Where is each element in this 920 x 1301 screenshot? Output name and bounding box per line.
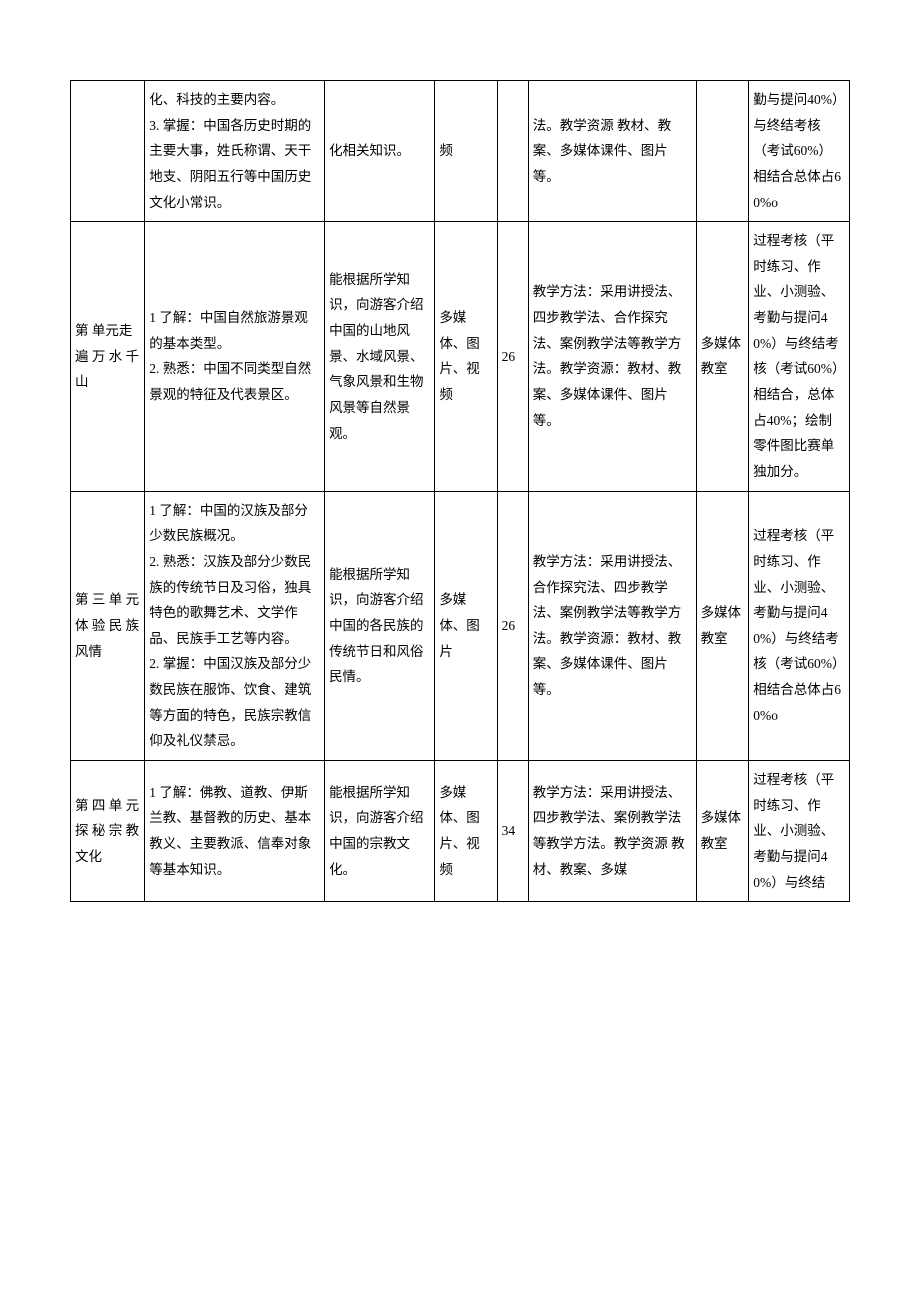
cell-method: 教学方法：采用讲授法、四步教学法、案例教学法等教学方法。教学资源 教材、教案、多… <box>528 761 696 902</box>
cell-method: 法。教学资源 教材、教案、多媒体课件、图片等。 <box>528 81 696 222</box>
cell-hours: 26 <box>497 491 528 760</box>
cell-place: 多媒体教室 <box>696 761 749 902</box>
cell-skill: 能根据所学知识，向游客介绍中国的宗教文化。 <box>325 761 435 902</box>
cell-knowledge: 1 了解：佛教、道教、伊斯兰教、基督教的历史、基本教义、主要教派、信奉对象等基本… <box>145 761 325 902</box>
course-table: 化、科技的主要内容。3. 掌握：中国各历史时期的主要大事，姓氏称谓、天干地支、阴… <box>70 80 850 902</box>
cell-assess: 过程考核（平时练习、作业、小测验、考勤与提问40%）与终结 <box>749 761 850 902</box>
cell-assess: 过程考核（平时练习、作业、小测验、考勤与提问40%）与终结考核（考试60%）相结… <box>749 491 850 760</box>
cell-media: 多媒体、图片、视频 <box>435 222 497 491</box>
cell-assess: 过程考核（平时练习、作业、小测验、考勤与提问40%）与终结考核（考试60%）相结… <box>749 222 850 491</box>
cell-unit: 第 四 单 元探 秘 宗 教文化 <box>71 761 145 902</box>
cell-skill: 化相关知识。 <box>325 81 435 222</box>
cell-skill: 能根据所学知识，向游客介绍中国的各民族的传统节日和风俗民情。 <box>325 491 435 760</box>
cell-place: 多媒体教室 <box>696 222 749 491</box>
table-row: 第 三 单 元体 验 民 族风情 1 了解：中国的汉族及部分少数民族概况。2. … <box>71 491 850 760</box>
cell-unit: 第 三 单 元体 验 民 族风情 <box>71 491 145 760</box>
cell-unit <box>71 81 145 222</box>
table-row: 第 单元走遍 万 水 千山 1 了解：中国自然旅游景观的基本类型。2. 熟悉：中… <box>71 222 850 491</box>
cell-hours: 34 <box>497 761 528 902</box>
cell-method: 教学方法：采用讲授法、四步教学法、合作探究法、案例教学法等教学方法。教学资源：教… <box>528 222 696 491</box>
cell-hours: 26 <box>497 222 528 491</box>
cell-place: 多媒体教室 <box>696 491 749 760</box>
table-row: 化、科技的主要内容。3. 掌握：中国各历史时期的主要大事，姓氏称谓、天干地支、阴… <box>71 81 850 222</box>
table-body: 化、科技的主要内容。3. 掌握：中国各历史时期的主要大事，姓氏称谓、天干地支、阴… <box>71 81 850 902</box>
cell-place <box>696 81 749 222</box>
cell-media: 频 <box>435 81 497 222</box>
table-row: 第 四 单 元探 秘 宗 教文化 1 了解：佛教、道教、伊斯兰教、基督教的历史、… <box>71 761 850 902</box>
cell-unit: 第 单元走遍 万 水 千山 <box>71 222 145 491</box>
cell-skill: 能根据所学知识，向游客介绍中国的山地风景、水域风景、气象风景和生物风景等自然景观… <box>325 222 435 491</box>
cell-knowledge: 1 了解：中国的汉族及部分少数民族概况。2. 熟悉：汉族及部分少数民族的传统节日… <box>145 491 325 760</box>
cell-knowledge: 化、科技的主要内容。3. 掌握：中国各历史时期的主要大事，姓氏称谓、天干地支、阴… <box>145 81 325 222</box>
cell-media: 多媒体、图片、视频 <box>435 761 497 902</box>
cell-method: 教学方法：采用讲授法、合作探究法、四步教学法、案例教学法等教学方法。教学资源：教… <box>528 491 696 760</box>
cell-knowledge: 1 了解：中国自然旅游景观的基本类型。2. 熟悉：中国不同类型自然景观的特征及代… <box>145 222 325 491</box>
cell-hours <box>497 81 528 222</box>
cell-media: 多媒体、图片 <box>435 491 497 760</box>
page-container: 化、科技的主要内容。3. 掌握：中国各历史时期的主要大事，姓氏称谓、天干地支、阴… <box>0 0 920 942</box>
cell-assess: 勤与提问40%）与终结考核（考试60%）相结合总体占60%o <box>749 81 850 222</box>
